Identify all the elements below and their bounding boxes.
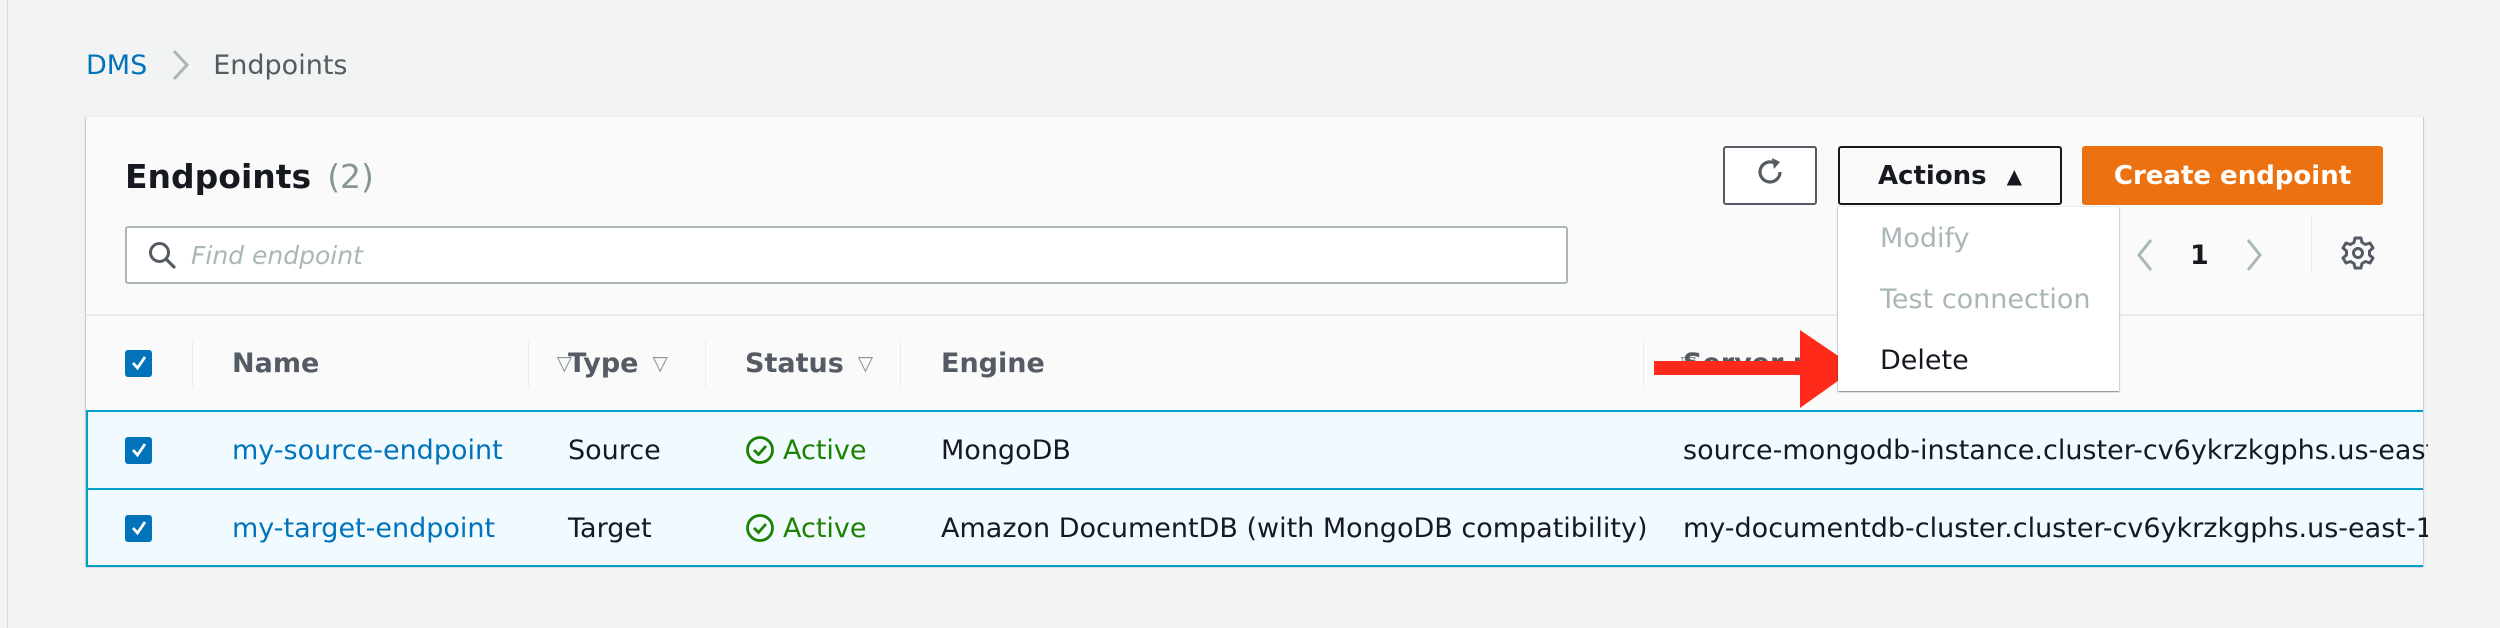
- table-body: my-source-endpoint Source Active MongoDB…: [86, 410, 2428, 567]
- current-page[interactable]: 1: [2190, 240, 2209, 271]
- column-label: Type: [568, 347, 639, 379]
- column-header-name[interactable]: Name ▽: [232, 316, 572, 410]
- status-ok-icon: [745, 513, 775, 543]
- table-row[interactable]: my-source-endpoint Source Active MongoDB…: [86, 410, 2428, 488]
- cell-type: Source: [568, 434, 661, 466]
- actions-menu: Modify Test connection Delete: [1838, 206, 2119, 391]
- cell-server-name: my-documentdb-cluster.cluster-cv6ykrzkgp…: [1683, 512, 2428, 544]
- sidebar-edge: [0, 0, 8, 628]
- cell-name: my-target-endpoint: [232, 490, 495, 566]
- endpoint-name-link[interactable]: my-target-endpoint: [232, 513, 495, 544]
- create-endpoint-button[interactable]: Create endpoint: [2082, 146, 2383, 205]
- endpoint-count: (2): [327, 157, 374, 196]
- caret-up-icon: ▲: [2006, 163, 2023, 188]
- menu-item-delete[interactable]: Delete: [1880, 345, 1969, 376]
- column-header-type[interactable]: Type ▽: [568, 316, 668, 410]
- status-text: Active: [783, 512, 867, 544]
- gear-icon[interactable]: [2340, 235, 2376, 271]
- menu-item-modify[interactable]: Modify: [1880, 223, 1969, 254]
- column-divider: [528, 341, 529, 387]
- title-text: Endpoints: [125, 157, 312, 196]
- select-all-cell: [125, 316, 152, 410]
- select-all-checkbox[interactable]: [125, 349, 152, 377]
- sort-icon: ▽: [652, 351, 668, 375]
- cell-type: Target: [568, 512, 652, 544]
- cell-engine: Amazon DocumentDB (with MongoDB compatib…: [941, 512, 1648, 544]
- annotation-arrow-icon: [1654, 330, 1856, 408]
- column-divider: [1643, 341, 1644, 387]
- row-checkbox[interactable]: [125, 436, 152, 464]
- status-ok-icon: [745, 435, 775, 465]
- endpoint-name-link[interactable]: my-source-endpoint: [232, 435, 503, 466]
- pager-divider: [2311, 215, 2312, 273]
- column-label: Name: [232, 347, 320, 379]
- column-divider: [900, 341, 901, 387]
- column-divider: [705, 341, 706, 387]
- cell-engine: MongoDB: [941, 434, 1071, 466]
- page-title: Endpoints (2): [125, 157, 374, 196]
- next-page-icon[interactable]: [2239, 235, 2269, 275]
- row-checkbox[interactable]: [125, 514, 152, 542]
- cell-name: my-source-endpoint: [232, 412, 503, 488]
- actions-label: Actions: [1877, 160, 1987, 191]
- cell-server-name: source-mongodb-instance.cluster-cv6ykrzk…: [1683, 434, 2428, 466]
- sort-icon: ▽: [857, 351, 874, 375]
- column-label: Status: [745, 347, 844, 379]
- column-header-status[interactable]: Status ▽: [745, 316, 873, 410]
- column-header-engine[interactable]: Engine ▽: [941, 316, 1696, 410]
- search-icon: [147, 240, 177, 270]
- prev-page-icon[interactable]: [2130, 235, 2160, 275]
- search-input[interactable]: [191, 240, 1491, 270]
- chevron-right-icon: [171, 48, 191, 82]
- row-select-cell: [125, 490, 152, 566]
- menu-item-test-connection[interactable]: Test connection: [1880, 284, 2091, 315]
- breadcrumb: DMS Endpoints: [86, 46, 347, 84]
- refresh-icon: [1753, 155, 1787, 196]
- column-divider: [192, 341, 193, 387]
- breadcrumb-current: Endpoints: [213, 49, 348, 81]
- search-field[interactable]: [125, 226, 1568, 284]
- cell-status: Active: [745, 490, 867, 566]
- cell-status: Active: [745, 412, 867, 488]
- pagination: 1: [2130, 226, 2269, 284]
- refresh-button[interactable]: [1723, 146, 1817, 205]
- column-label: Engine: [941, 347, 1045, 379]
- status-text: Active: [783, 434, 867, 466]
- row-select-cell: [125, 412, 152, 488]
- actions-button[interactable]: Actions ▲: [1838, 146, 2062, 205]
- table-row[interactable]: my-target-endpoint Target Active Amazon …: [86, 488, 2428, 567]
- breadcrumb-dms-link[interactable]: DMS: [86, 50, 147, 81]
